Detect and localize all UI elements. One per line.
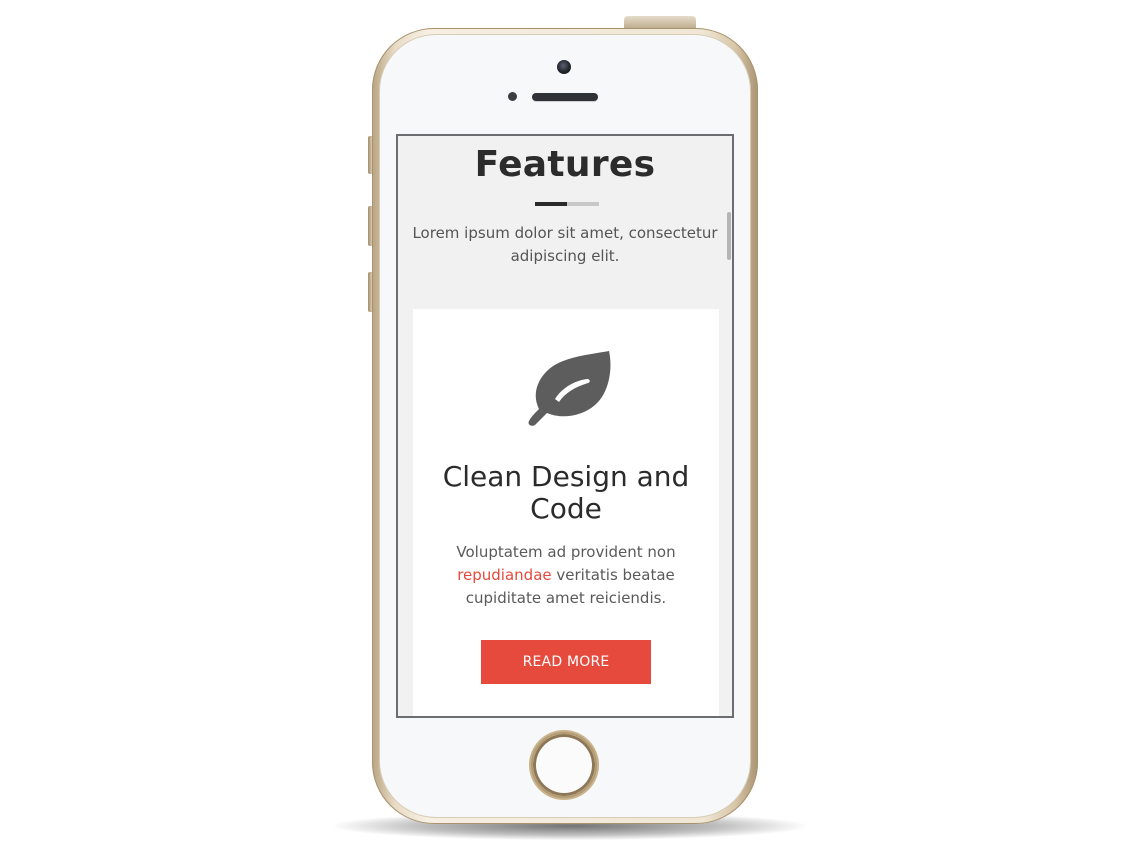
proximity-sensor	[508, 92, 517, 101]
card-inline-link[interactable]: repudiandae	[457, 566, 551, 584]
power-button	[624, 16, 696, 28]
scrollbar[interactable]	[727, 212, 731, 260]
leaf-icon	[528, 351, 611, 426]
section-title: Features	[474, 144, 656, 185]
mockup-stage: Features Lorem ipsum dolor sit amet, con…	[0, 0, 1140, 855]
section-intro: Lorem ipsum dolor sit amet, consectetur …	[412, 224, 718, 265]
card-text-start: Voluptatem ad provident non	[456, 543, 676, 561]
phone-screen: Features Lorem ipsum dolor sit amet, con…	[396, 134, 734, 718]
home-button	[531, 732, 597, 798]
earpiece-speaker	[532, 93, 598, 101]
feature-card: Clean Design and Code Voluptatem ad prov…	[413, 309, 719, 716]
title-underline	[535, 202, 599, 206]
card-title: Clean Design and Code	[442, 460, 690, 525]
read-more-button[interactable]: READ MORE	[481, 640, 651, 684]
front-camera	[557, 60, 571, 74]
card-description: Voluptatem ad provident non repudiandae …	[433, 541, 699, 610]
